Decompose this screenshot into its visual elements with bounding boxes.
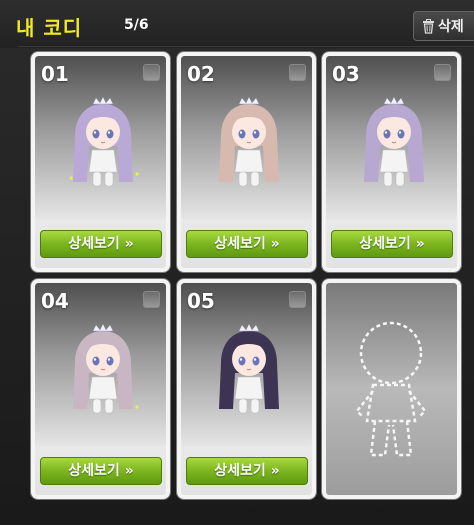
character-avatar — [73, 323, 139, 414]
detail-button[interactable]: 상세보기 » — [40, 457, 162, 485]
detail-button[interactable]: 상세보기 » — [186, 457, 308, 485]
slot-count: 5/6 — [124, 17, 149, 33]
coordi-card-05[interactable]: 05 상세보기 » — [177, 279, 316, 499]
select-checkbox[interactable] — [143, 291, 160, 308]
empty-character-silhouette-icon — [355, 321, 427, 457]
character-avatar — [219, 96, 279, 187]
panel-header: 내 코디 5/6 삭제 — [0, 0, 474, 48]
detail-button[interactable]: 상세보기 » — [186, 230, 308, 258]
trash-icon — [422, 18, 435, 34]
empty-slot-card[interactable] — [322, 279, 461, 499]
card-number: 03 — [332, 62, 360, 86]
coordi-card-01[interactable]: 01 상세보기 » — [31, 52, 170, 272]
card-number: 04 — [41, 289, 69, 313]
panel-title: 내 코디 — [16, 16, 83, 40]
card-number: 02 — [187, 62, 215, 86]
coordi-card-04[interactable]: 04 상세보기 » — [31, 279, 170, 499]
card-number: 05 — [187, 289, 215, 313]
select-checkbox[interactable] — [143, 64, 160, 81]
select-checkbox[interactable] — [434, 64, 451, 81]
my-coordi-panel: 내 코디 5/6 삭제 01 상세보기 » 02 상세보기 » 03 상세보기 … — [0, 0, 474, 525]
card-number: 01 — [41, 62, 69, 86]
character-avatar — [69, 96, 139, 187]
delete-button[interactable]: 삭제 — [413, 11, 474, 41]
coordi-card-02[interactable]: 02 상세보기 » — [177, 52, 316, 272]
select-checkbox[interactable] — [289, 64, 306, 81]
select-checkbox[interactable] — [289, 291, 306, 308]
character-avatar — [219, 323, 279, 414]
detail-button[interactable]: 상세보기 » — [331, 230, 453, 258]
delete-label: 삭제 — [438, 19, 464, 35]
coordi-card-03[interactable]: 03 상세보기 » — [322, 52, 461, 272]
character-avatar — [364, 96, 424, 187]
detail-button[interactable]: 상세보기 » — [40, 230, 162, 258]
